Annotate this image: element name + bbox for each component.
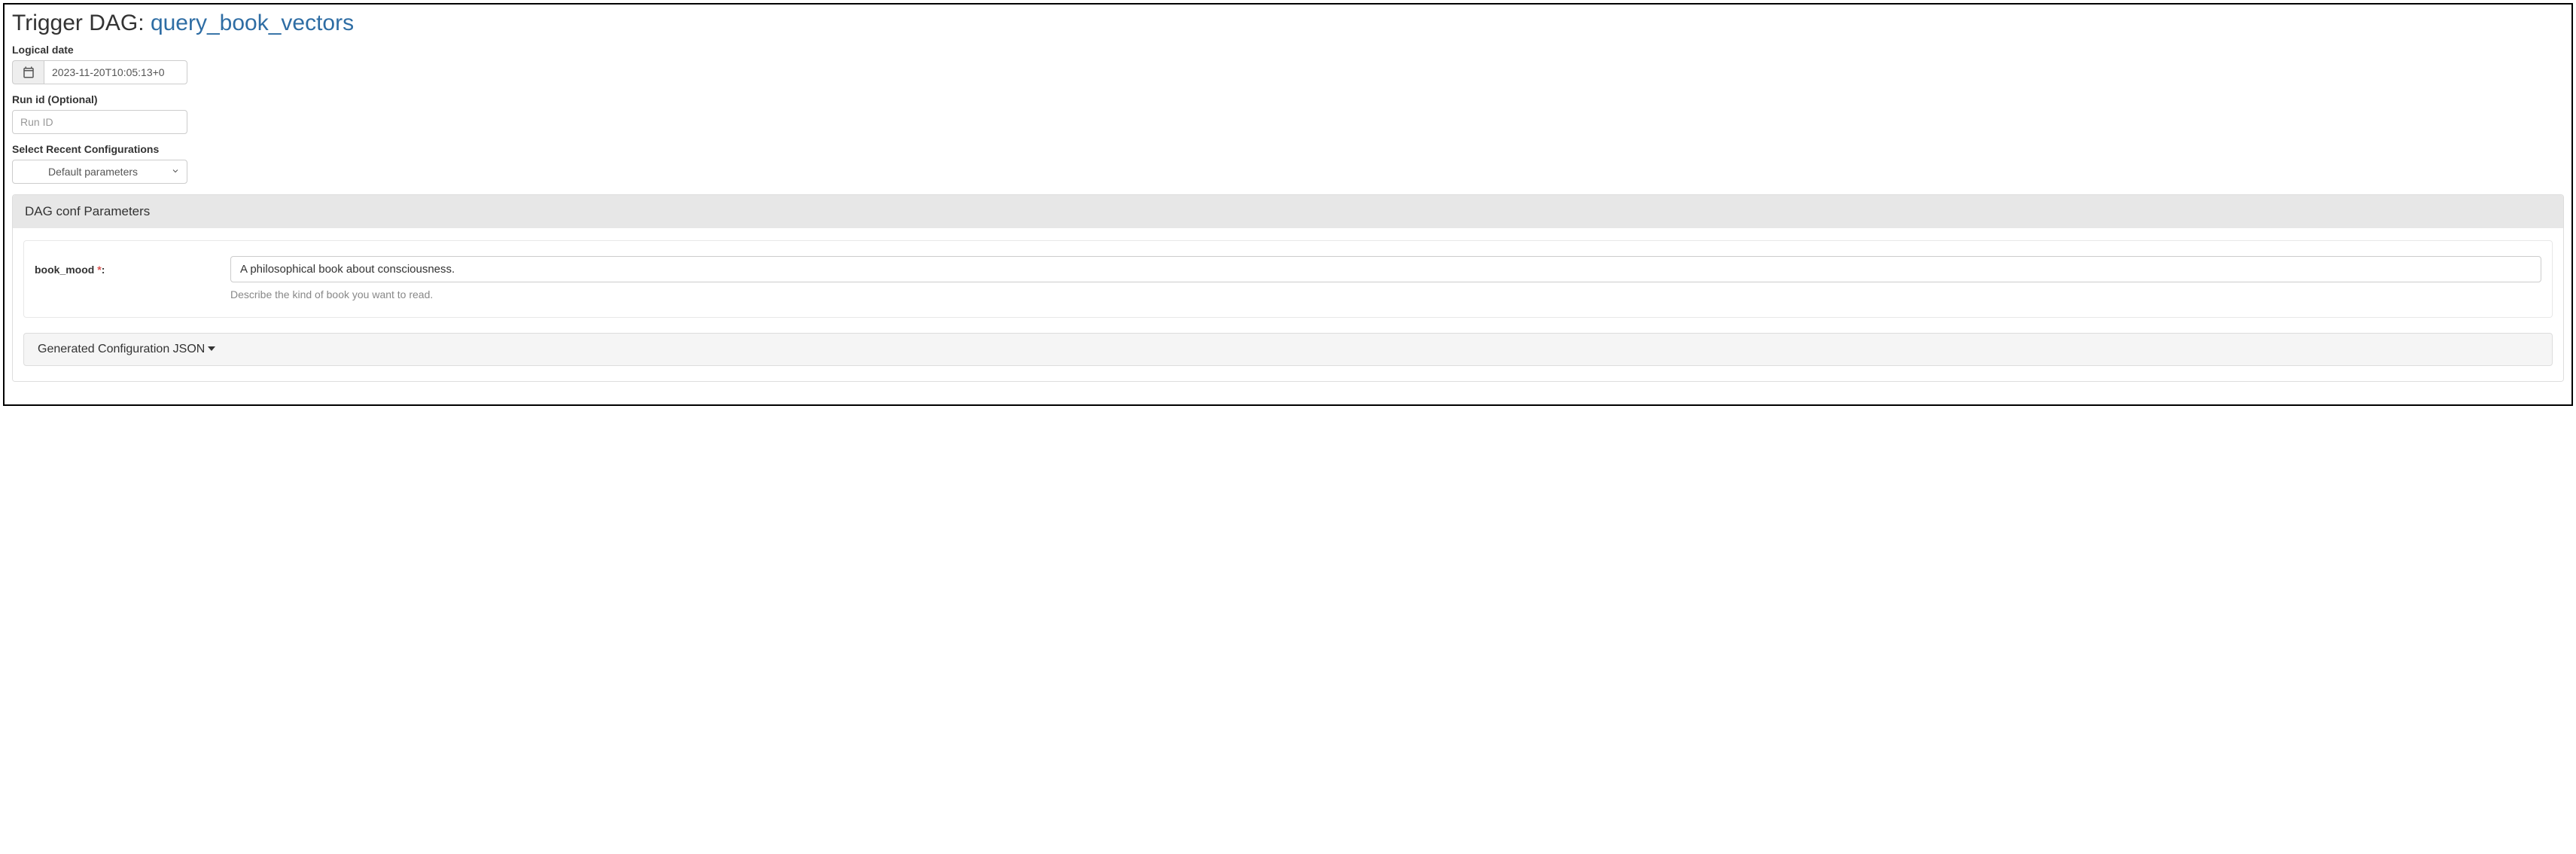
recent-config-group: Select Recent Configurations Default par… (12, 143, 2564, 184)
param-input-col: Describe the kind of book you want to re… (230, 256, 2541, 300)
logical-date-input[interactable] (44, 60, 187, 84)
param-label: book_mood *: (35, 256, 230, 276)
page-title-prefix: Trigger DAG: (12, 11, 151, 35)
dag-conf-heading: DAG conf Parameters (13, 195, 2563, 228)
param-help-text: Describe the kind of book you want to re… (230, 288, 2541, 300)
page-title: Trigger DAG: query_book_vectors (12, 11, 2564, 36)
recent-config-label: Select Recent Configurations (12, 143, 2564, 155)
logical-date-label: Logical date (12, 44, 2564, 56)
trigger-dag-form: Trigger DAG: query_book_vectors Logical … (3, 3, 2573, 406)
dag-name-link[interactable]: query_book_vectors (151, 11, 354, 35)
recent-config-selected-value: Default parameters (48, 166, 138, 178)
caret-down-icon (208, 343, 215, 356)
book-mood-input[interactable] (230, 256, 2541, 282)
logical-date-input-group (12, 60, 187, 84)
calendar-icon[interactable] (12, 60, 44, 84)
recent-config-select-wrapper: Default parameters (12, 160, 187, 184)
dag-conf-body: book_mood *: Describe the kind of book y… (13, 228, 2563, 381)
param-colon: : (102, 264, 105, 276)
generated-json-label: Generated Configuration JSON (38, 343, 205, 356)
recent-config-select[interactable]: Default parameters (12, 160, 187, 184)
run-id-input[interactable] (12, 110, 187, 134)
logical-date-group: Logical date (12, 44, 2564, 84)
param-name: book_mood (35, 264, 97, 276)
dag-conf-panel: DAG conf Parameters book_mood *: Describ… (12, 194, 2564, 382)
param-row-book-mood: book_mood *: Describe the kind of book y… (23, 240, 2553, 318)
run-id-label: Run id (Optional) (12, 93, 2564, 105)
generated-json-toggle[interactable]: Generated Configuration JSON (23, 333, 2553, 366)
run-id-group: Run id (Optional) (12, 93, 2564, 134)
dag-name: query_book_vectors (151, 11, 354, 35)
